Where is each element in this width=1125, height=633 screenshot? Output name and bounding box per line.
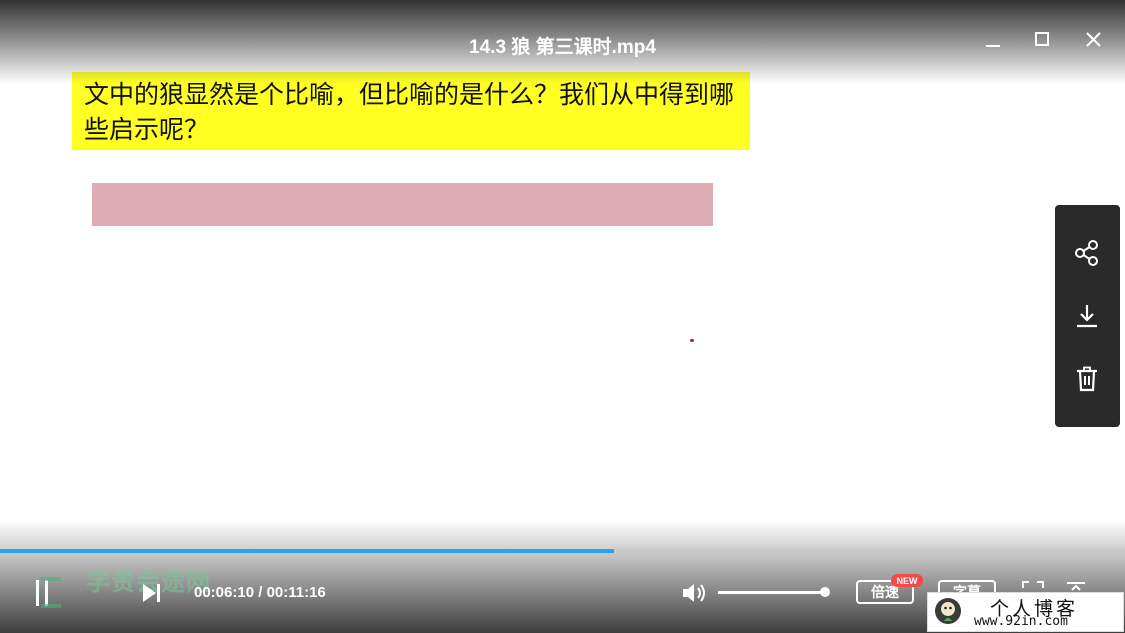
- close-icon: [1086, 32, 1101, 47]
- trash-icon: [1077, 366, 1097, 392]
- share-button[interactable]: [1071, 237, 1103, 269]
- minimize-button[interactable]: [978, 26, 1008, 54]
- maximize-icon: [1035, 32, 1049, 46]
- delete-button[interactable]: [1071, 363, 1103, 395]
- avatar-icon: [935, 598, 961, 624]
- volume-thumb[interactable]: [820, 587, 830, 597]
- volume-button[interactable]: [680, 580, 708, 606]
- total-time: 00:11:16: [266, 584, 326, 601]
- question-text: 文中的狼显然是个比喻，但比喻的是什么？我们从中得到哪些启示呢？: [84, 80, 735, 144]
- share-icon: [1075, 240, 1098, 266]
- cursor-dot: [690, 339, 694, 342]
- blog-watermark: 个人博客 www.92in.com: [927, 592, 1124, 632]
- volume-icon: [683, 584, 705, 602]
- current-time: 00:06:10: [194, 584, 255, 601]
- close-button[interactable]: [1078, 26, 1108, 54]
- pause-button[interactable]: [32, 574, 62, 610]
- minimize-icon: [986, 45, 1000, 47]
- volume-slider[interactable]: [718, 591, 824, 594]
- maximize-button[interactable]: [1027, 26, 1057, 54]
- blog-url: www.92in.com: [974, 614, 1068, 629]
- new-badge: NEW: [891, 574, 923, 587]
- progress-fill: [0, 549, 615, 553]
- download-button[interactable]: [1071, 300, 1103, 332]
- next-icon: [143, 584, 160, 602]
- volume-fill: [718, 591, 824, 594]
- download-icon: [1077, 305, 1097, 328]
- side-action-panel: [1055, 205, 1120, 427]
- answer-bar: [92, 183, 713, 226]
- progress-bar[interactable]: [0, 549, 1125, 553]
- time-display: 00:06:10 / 00:11:16: [194, 584, 326, 601]
- window-title: 14.3 狼 第三课时.mp4: [469, 37, 656, 58]
- pause-icon: [36, 577, 61, 608]
- next-button[interactable]: [138, 580, 164, 606]
- time-separator: /: [254, 584, 267, 601]
